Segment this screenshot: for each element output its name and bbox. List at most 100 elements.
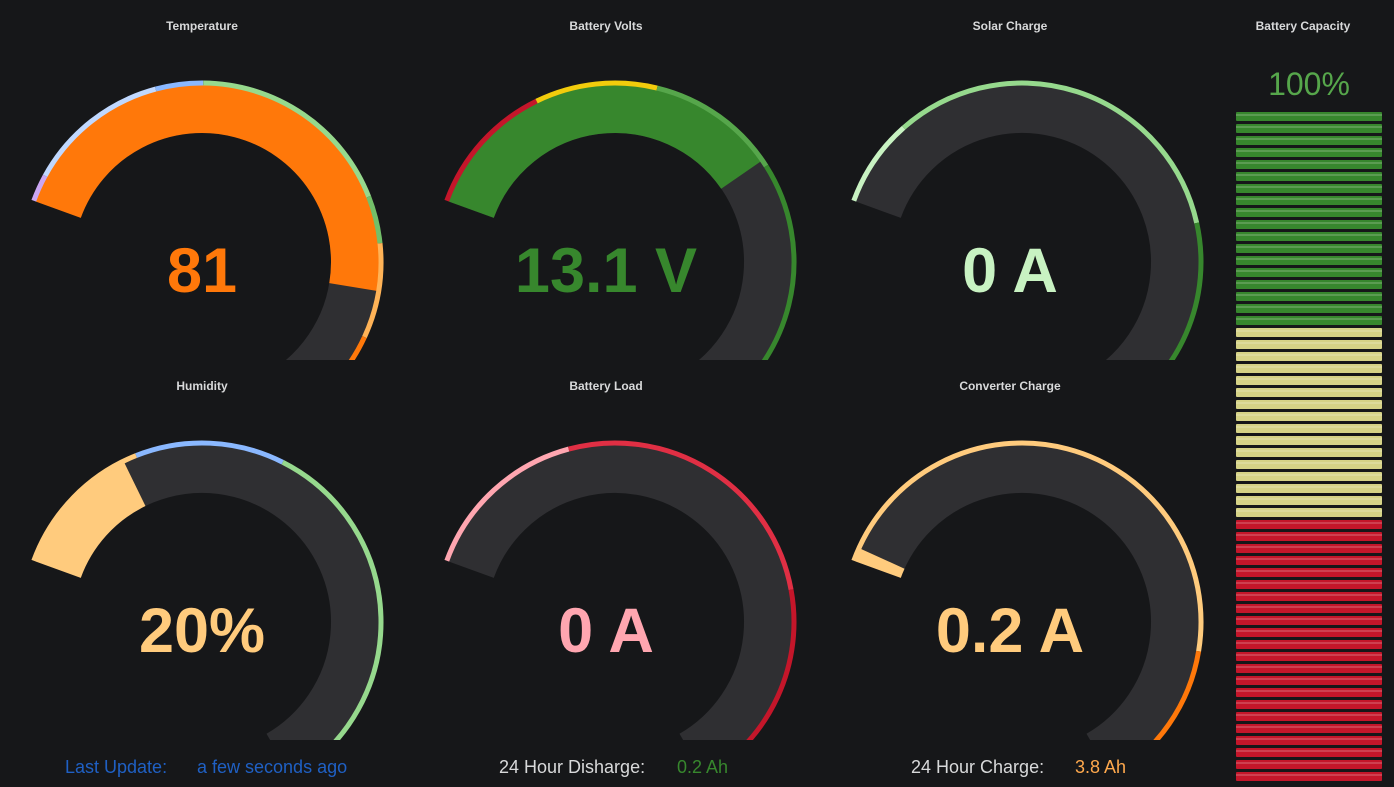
capacity-segment-sheen bbox=[1236, 666, 1382, 668]
capacity-segment-sheen bbox=[1236, 162, 1382, 164]
capacity-segment bbox=[1236, 616, 1382, 625]
battery-load-panel: Battery Load 0 A bbox=[404, 360, 808, 740]
capacity-segment bbox=[1236, 184, 1382, 193]
capacity-segment bbox=[1236, 520, 1382, 529]
capacity-segment bbox=[1236, 448, 1382, 457]
capacity-segment bbox=[1236, 268, 1382, 277]
capacity-segment bbox=[1236, 376, 1382, 385]
capacity-segment bbox=[1236, 220, 1382, 229]
gauge-value: 81 bbox=[166, 236, 238, 306]
capacity-segment bbox=[1236, 316, 1382, 325]
capacity-segment-sheen bbox=[1236, 486, 1382, 488]
capacity-segment bbox=[1236, 772, 1382, 781]
capacity-segment-sheen bbox=[1236, 414, 1382, 416]
capacity-segment-sheen bbox=[1236, 582, 1382, 584]
temperature-gauge bbox=[31, 80, 384, 360]
gauge-value: 0 A bbox=[558, 596, 654, 666]
battery-volts-panel: Battery Volts 13.1 V bbox=[404, 0, 808, 360]
capacity-segment bbox=[1236, 352, 1382, 361]
capacity-segment-sheen bbox=[1236, 750, 1382, 752]
capacity-segment bbox=[1236, 436, 1382, 445]
capacity-segment bbox=[1236, 124, 1382, 133]
capacity-segment bbox=[1236, 580, 1382, 589]
capacity-segment bbox=[1236, 232, 1382, 241]
capacity-segment-sheen bbox=[1236, 234, 1382, 236]
capacity-segment-sheen bbox=[1236, 174, 1382, 176]
capacity-segment bbox=[1236, 112, 1382, 121]
capacity-segment bbox=[1236, 736, 1382, 745]
capacity-segment-sheen bbox=[1236, 606, 1382, 608]
capacity-segment-sheen bbox=[1236, 294, 1382, 296]
battery-capacity-bar bbox=[1236, 112, 1382, 781]
last-update-label: Last Update: bbox=[65, 757, 168, 777]
capacity-segment bbox=[1236, 724, 1382, 733]
capacity-segment bbox=[1236, 340, 1382, 349]
temperature-panel: Temperature 81 bbox=[0, 0, 404, 360]
gauge-value: 20% bbox=[138, 596, 266, 666]
capacity-segment bbox=[1236, 640, 1382, 649]
solar-charge-gauge bbox=[851, 80, 1204, 360]
capacity-segment bbox=[1236, 508, 1382, 517]
capacity-segment-sheen bbox=[1236, 342, 1382, 344]
capacity-segment-sheen bbox=[1236, 198, 1382, 200]
capacity-segment bbox=[1236, 256, 1382, 265]
charge-label: 24 Hour Charge: bbox=[911, 757, 1045, 777]
capacity-segment bbox=[1236, 148, 1382, 157]
discharge-label: 24 Hour Disharge: bbox=[499, 757, 646, 777]
capacity-segment bbox=[1236, 556, 1382, 565]
solar-charge-panel: Solar Charge 0 A bbox=[808, 0, 1212, 360]
capacity-segment-sheen bbox=[1236, 354, 1382, 356]
panel-title: Battery Capacity bbox=[1255, 19, 1351, 33]
capacity-segment-sheen bbox=[1236, 402, 1382, 404]
capacity-segment-sheen bbox=[1236, 282, 1382, 284]
capacity-segment bbox=[1236, 460, 1382, 469]
capacity-segment bbox=[1236, 652, 1382, 661]
capacity-segment bbox=[1236, 496, 1382, 505]
gauge-value: 0 A bbox=[962, 236, 1058, 306]
capacity-segment-sheen bbox=[1236, 510, 1382, 512]
capacity-segment-sheen bbox=[1236, 150, 1382, 152]
capacity-segment-sheen bbox=[1236, 546, 1382, 548]
capacity-segment-sheen bbox=[1236, 306, 1382, 308]
capacity-segment bbox=[1236, 676, 1382, 685]
gauge-value: 13.1 V bbox=[514, 236, 698, 306]
capacity-segment-sheen bbox=[1236, 438, 1382, 440]
capacity-segment bbox=[1236, 712, 1382, 721]
capacity-segment bbox=[1236, 484, 1382, 493]
capacity-segment bbox=[1236, 328, 1382, 337]
capacity-segment-sheen bbox=[1236, 270, 1382, 272]
last-update-value: a few seconds ago bbox=[197, 757, 348, 777]
capacity-segment-sheen bbox=[1236, 630, 1382, 632]
capacity-segment bbox=[1236, 364, 1382, 373]
capacity-segment-sheen bbox=[1236, 714, 1382, 716]
capacity-segment-sheen bbox=[1236, 522, 1382, 524]
capacity-segment bbox=[1236, 412, 1382, 421]
capacity-segment-sheen bbox=[1236, 570, 1382, 572]
capacity-segment bbox=[1236, 700, 1382, 709]
capacity-segment bbox=[1236, 292, 1382, 301]
capacity-segment bbox=[1236, 604, 1382, 613]
capacity-segment bbox=[1236, 472, 1382, 481]
capacity-segment bbox=[1236, 160, 1382, 169]
capacity-segment bbox=[1236, 748, 1382, 757]
capacity-segment bbox=[1236, 568, 1382, 577]
gauge-value: 0.2 A bbox=[935, 596, 1085, 666]
capacity-segment-sheen bbox=[1236, 474, 1382, 476]
capacity-segment-sheen bbox=[1236, 534, 1382, 536]
capacity-segment-sheen bbox=[1236, 222, 1382, 224]
capacity-segment bbox=[1236, 196, 1382, 205]
capacity-segment-sheen bbox=[1236, 558, 1382, 560]
capacity-segment bbox=[1236, 760, 1382, 769]
capacity-segment bbox=[1236, 208, 1382, 217]
capacity-segment-sheen bbox=[1236, 210, 1382, 212]
capacity-segment-sheen bbox=[1236, 390, 1382, 392]
battery-load-gauge bbox=[444, 440, 797, 740]
capacity-segment-sheen bbox=[1236, 618, 1382, 620]
capacity-segment-sheen bbox=[1236, 726, 1382, 728]
capacity-segment bbox=[1236, 664, 1382, 673]
capacity-segment-sheen bbox=[1236, 450, 1382, 452]
discharge-value: 0.2 Ah bbox=[677, 757, 729, 777]
capacity-segment-sheen bbox=[1236, 126, 1382, 128]
gauge-fill bbox=[35, 462, 147, 579]
capacity-segment-sheen bbox=[1236, 654, 1382, 656]
